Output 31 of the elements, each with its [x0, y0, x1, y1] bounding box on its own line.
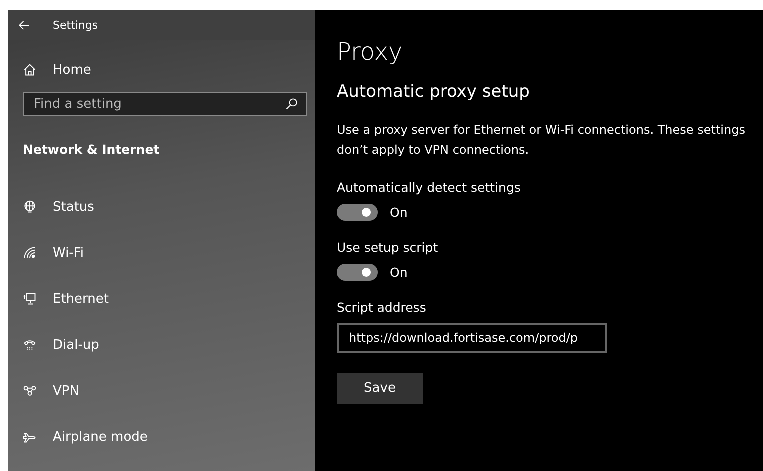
save-button[interactable]: Save [337, 373, 423, 404]
toggle-switch[interactable] [337, 204, 378, 220]
toggle-state-text: On [390, 264, 408, 280]
nav-item[interactable]: Airplane mode [8, 414, 315, 460]
toggle-state-text: On [390, 204, 408, 220]
setting-label: Script address [337, 298, 428, 317]
phone-icon [23, 338, 37, 352]
setting-label: Automatically detect settings [337, 178, 522, 197]
vpn-icon [23, 384, 37, 398]
nav-item[interactable]: Dial-up [8, 322, 315, 368]
globe-icon [23, 200, 37, 214]
nav-item[interactable]: Status [8, 184, 315, 230]
section-title: Automatic proxy setup [337, 82, 531, 104]
home-icon [23, 63, 37, 77]
nav-item[interactable]: Ethernet [8, 276, 315, 322]
page-title: Proxy [337, 38, 404, 68]
section-heading: Network & Internet [22, 141, 161, 159]
back-arrow-icon[interactable] [18, 18, 31, 32]
nav-item[interactable]: Wi-Fi [8, 230, 315, 276]
script-address-field[interactable]: https://download.fortisase.com/prod/p [337, 323, 607, 353]
window-title: Settings [53, 18, 98, 32]
toggle-switch[interactable] [337, 264, 378, 280]
search-icon [285, 97, 299, 111]
monitor-icon [23, 292, 37, 306]
search-field[interactable]: Find a setting [23, 92, 307, 116]
nav-item[interactable]: VPN [8, 368, 315, 414]
wifi-icon [23, 246, 37, 260]
setting-label: Use setup script [337, 238, 440, 257]
description-text: Use a proxy server for Ethernet or Wi-Fi connections. These settings don’t apply to VPN connections. [337, 122, 746, 159]
home-link[interactable]: Home [8, 48, 315, 92]
airplane-icon [23, 430, 37, 444]
